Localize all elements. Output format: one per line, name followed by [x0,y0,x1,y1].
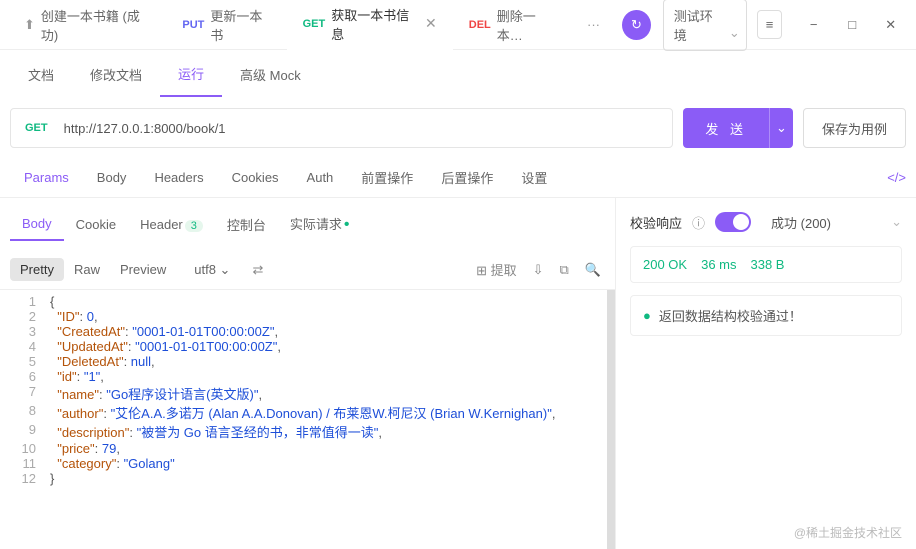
api-tab[interactable]: DEL删除一本… [453,0,573,50]
method-label: GET [25,122,48,134]
code-icon[interactable]: </> [887,170,906,185]
window-minimize[interactable]: − [796,5,831,45]
status-row: 200 OK 36 ms 338 B [630,246,902,283]
tabs-more[interactable]: ··· [577,17,610,32]
section-tab[interactable]: Headers [140,160,217,195]
sub-tab[interactable]: 运行 [160,52,222,97]
chevron-down-icon[interactable]: ⌄ [891,214,902,230]
tab-strip: ⬆创建一本书籍 (成功)PUT更新一本书GET获取一本书信息✕DEL删除一本… [8,0,573,50]
section-tabs: ParamsBodyHeadersCookiesAuth前置操作后置操作设置 </… [0,158,916,198]
sub-tab[interactable]: 高级 Mock [222,53,319,96]
status-size: 338 B [751,257,785,272]
response-tab[interactable]: 控制台 [215,207,278,242]
response-tab[interactable]: Cookie [64,209,128,240]
env-select[interactable]: 测试环境 [663,0,747,51]
tab-close-icon[interactable]: ✕ [425,15,437,32]
response-toolbar: PrettyRawPreview utf8 ⌄ ⇄ ⊞ 提取 ⇩ ⧉ 🔍 [0,250,615,290]
status-label: 成功 (200) [771,213,831,232]
extract-button[interactable]: ⊞ 提取 [472,256,521,283]
copy-icon[interactable]: ⧉ [556,258,573,282]
status-time: 36 ms [701,257,736,272]
sub-tab[interactable]: 修改文档 [72,53,160,96]
api-tab[interactable]: PUT更新一本书 [166,0,286,50]
sub-tab[interactable]: 文档 [10,53,72,96]
validation-panel: 校验响应 ⓘ 成功 (200) ⌄ 200 OK 36 ms 338 B ● 返… [616,198,916,549]
window-maximize[interactable]: □ [835,5,870,45]
main-area: BodyCookieHeader3控制台实际请求• PrettyRawPrevi… [0,198,916,549]
sub-tabs: 文档修改文档运行高级 Mock [0,50,916,98]
refresh-button[interactable]: ↻ [622,10,651,40]
view-chip[interactable]: Raw [64,258,110,281]
view-chip[interactable]: Preview [110,258,176,281]
api-tab[interactable]: GET获取一本书信息✕ [287,0,453,50]
response-tabs: BodyCookieHeader3控制台实际请求• [0,198,615,250]
url-text: http://127.0.0.1:8000/book/1 [64,121,659,136]
section-tab[interactable]: Auth [293,160,348,195]
section-tab[interactable]: 设置 [507,158,561,197]
section-tab[interactable]: 前置操作 [347,158,427,197]
check-icon: ● [643,308,651,323]
send-button[interactable]: 发 送 [683,108,769,148]
section-tab[interactable]: Cookies [218,160,293,195]
url-box[interactable]: GET http://127.0.0.1:8000/book/1 [10,108,673,148]
watermark: @稀土掘金技术社区 [794,524,902,541]
section-tab[interactable]: Body [83,160,141,195]
request-bar: GET http://127.0.0.1:8000/book/1 发 送 ⌄ 保… [0,98,916,158]
format-icon[interactable]: ⇄ [248,258,267,282]
search-icon[interactable]: 🔍 [581,258,605,282]
response-panel: BodyCookieHeader3控制台实际请求• PrettyRawPrevi… [0,198,616,549]
section-tab[interactable]: 后置操作 [427,158,507,197]
json-editor[interactable]: 1{2 "ID": 0,3 "CreatedAt": "0001-01-01T0… [0,290,615,549]
window-close[interactable]: ✕ [873,5,908,45]
view-chip[interactable]: Pretty [10,258,64,281]
send-dropdown[interactable]: ⌄ [769,108,793,148]
menu-button[interactable]: ≡ [757,10,783,39]
validation-pass: ● 返回数据结构校验通过！ [630,295,902,336]
save-case-button[interactable]: 保存为用例 [803,108,906,148]
response-tab[interactable]: 实际请求• [278,206,362,242]
title-bar: ⬆创建一本书籍 (成功)PUT更新一本书GET获取一本书信息✕DEL删除一本… … [0,0,916,50]
download-icon[interactable]: ⇩ [529,258,548,282]
section-tab[interactable]: Params [10,160,83,195]
encoding-select[interactable]: utf8 ⌄ [184,258,240,282]
status-code: 200 OK [643,257,687,272]
response-tab[interactable]: Header3 [128,209,215,240]
api-tab[interactable]: ⬆创建一本书籍 (成功) [8,0,166,50]
validate-toggle[interactable] [715,212,751,232]
response-tab[interactable]: Body [10,208,64,241]
validate-label: 校验响应 [630,213,682,232]
